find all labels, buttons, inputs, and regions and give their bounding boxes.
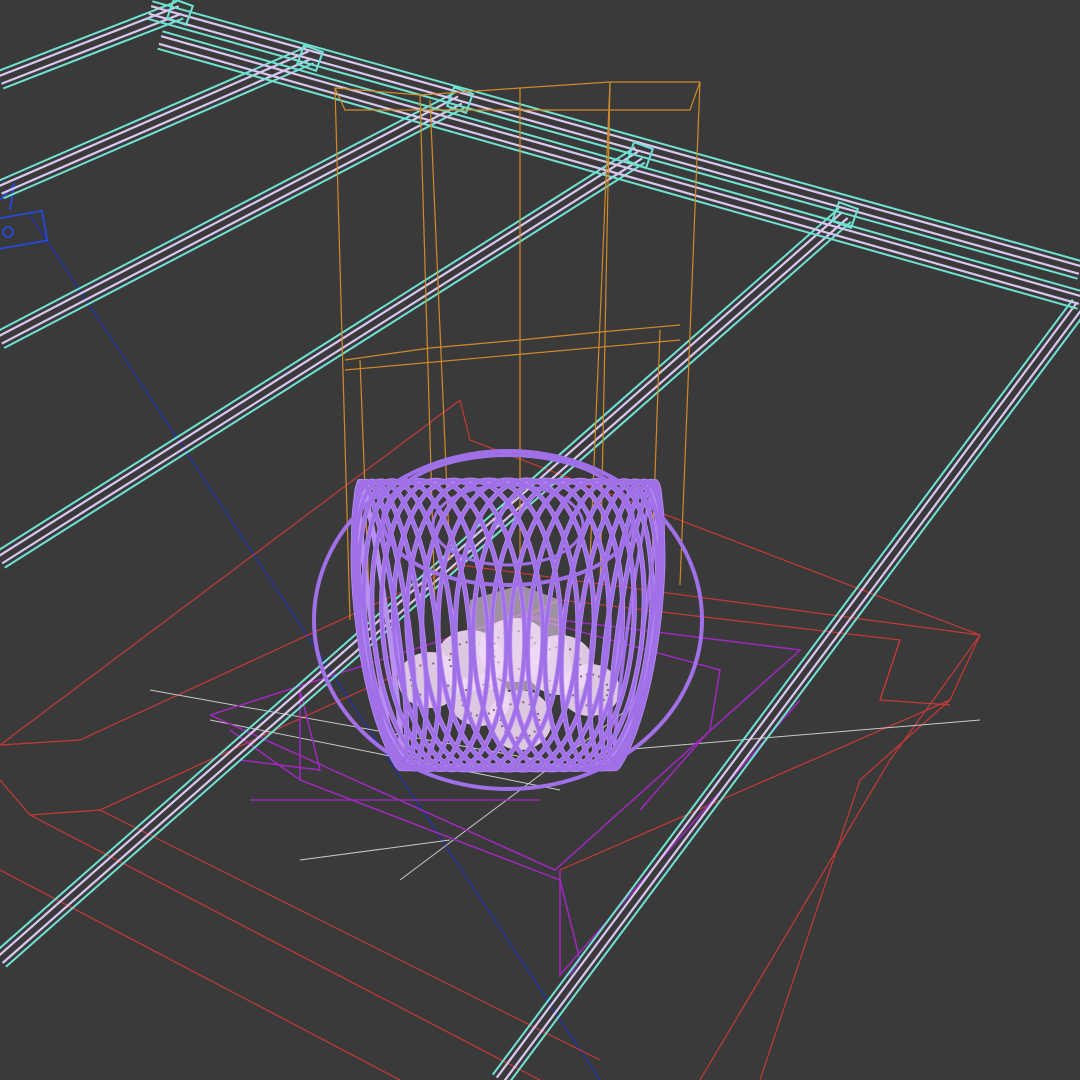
bulb-dot bbox=[605, 694, 609, 697]
bulb-dot bbox=[448, 658, 451, 662]
bulb-dot bbox=[419, 664, 422, 667]
bulb-dot bbox=[605, 683, 609, 686]
bulb-dot bbox=[449, 665, 452, 668]
wireframe-scene[interactable] bbox=[0, 0, 1080, 1080]
bulb-dot bbox=[465, 641, 468, 644]
bulb-dot bbox=[606, 688, 610, 692]
bulb-dot bbox=[571, 694, 575, 697]
bulb-dot bbox=[487, 712, 491, 715]
bulb-dot bbox=[579, 675, 583, 678]
bulb-dot bbox=[500, 725, 504, 728]
bulb-dot bbox=[465, 688, 468, 692]
bulb-dot bbox=[458, 643, 461, 646]
bulb-dot bbox=[536, 712, 540, 715]
bulb-dot bbox=[522, 701, 525, 704]
viewport-background bbox=[0, 0, 1080, 1080]
3d-viewport[interactable] bbox=[0, 0, 1080, 1080]
bulb-dot bbox=[449, 652, 452, 655]
bulb-dot bbox=[569, 648, 572, 651]
bulb-dot bbox=[515, 736, 518, 739]
bulb-dot bbox=[432, 662, 435, 665]
bulb-dot bbox=[492, 708, 495, 712]
bulb-dot bbox=[533, 730, 536, 733]
bulb-dot bbox=[446, 684, 450, 687]
bulb-dot bbox=[475, 714, 478, 717]
